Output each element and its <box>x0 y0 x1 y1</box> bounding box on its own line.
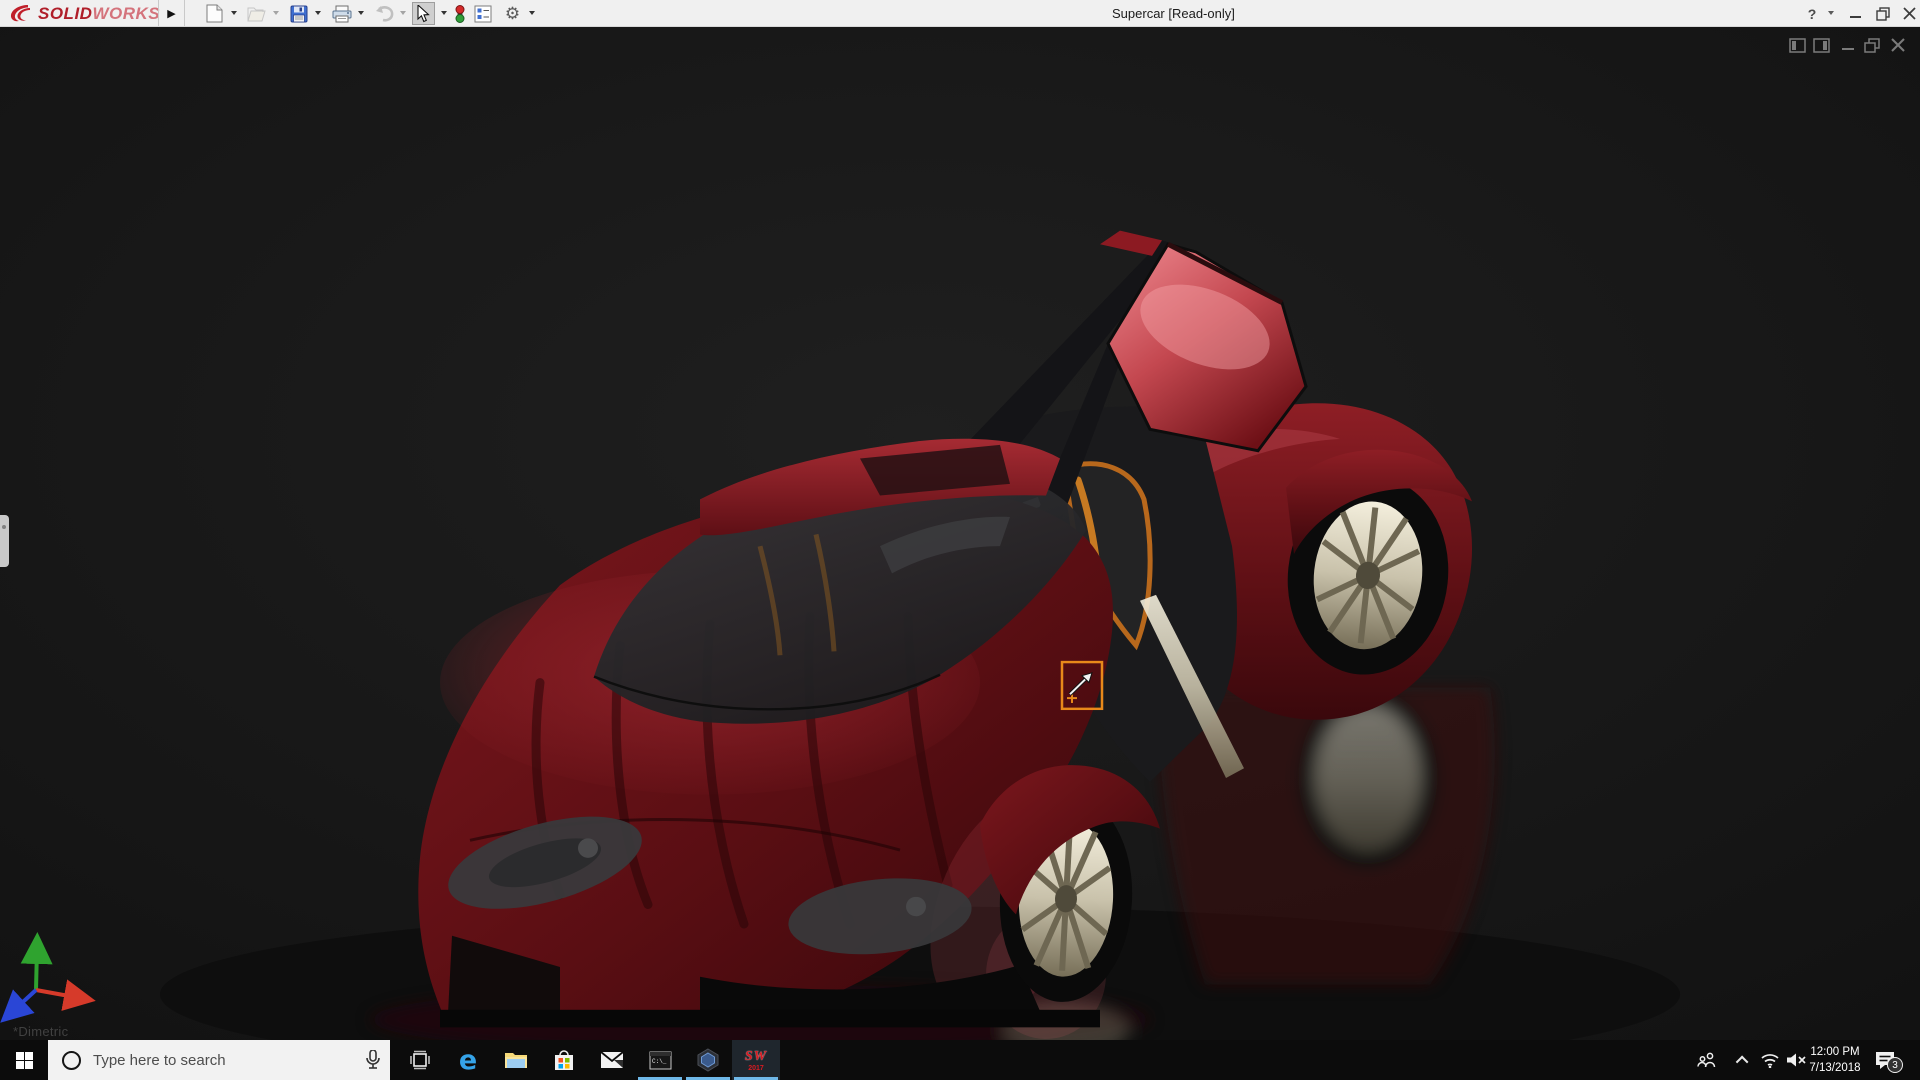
restore-button[interactable] <box>1870 0 1896 27</box>
doc-close-icon <box>1891 38 1905 52</box>
network-button[interactable] <box>1756 1040 1784 1080</box>
doc-minimize-button[interactable] <box>1837 35 1859 55</box>
brand-works: WORKS <box>92 4 160 24</box>
stoplight-icon <box>454 4 466 24</box>
help-icon: ? <box>1808 6 1817 22</box>
view-orientation-label: *Dimetric <box>13 1024 68 1039</box>
triad-y-axis <box>36 948 37 990</box>
open-dropdown-arrow[interactable] <box>273 11 279 15</box>
solidworks-app-icon: SW 2017 <box>745 1049 767 1072</box>
open-folder-icon <box>247 6 267 22</box>
doc-close-button[interactable] <box>1887 35 1909 55</box>
notification-count: 3 <box>1892 1060 1898 1071</box>
undo-icon <box>374 6 394 22</box>
save-dropdown-arrow[interactable] <box>315 11 321 15</box>
gear-icon: ⚙ <box>505 4 520 24</box>
mail-icon <box>600 1051 624 1069</box>
open-button[interactable] <box>245 2 268 25</box>
print-dropdown-arrow[interactable] <box>358 11 364 15</box>
minimize-button[interactable] <box>1842 0 1868 27</box>
feature-manager-collapsed-tab[interactable] <box>0 515 9 567</box>
save-floppy-icon <box>290 5 308 23</box>
edge-button[interactable]: e <box>444 1040 492 1080</box>
microsoft-store-button[interactable] <box>540 1040 588 1080</box>
titlebar: SOLIDWORKS ▶ <box>0 0 1920 27</box>
options-button[interactable]: ⚙ <box>501 2 524 25</box>
store-icon <box>553 1049 575 1071</box>
edge-icon: e <box>459 1045 477 1076</box>
cortana-icon <box>62 1051 81 1070</box>
undo-dropdown-arrow[interactable] <box>400 11 406 15</box>
clock-date: 7/13/2018 <box>1806 1060 1864 1076</box>
command-prompt-icon: C:\_ <box>649 1051 672 1070</box>
triad-x-axis <box>36 990 80 998</box>
task-view-button[interactable] <box>396 1040 444 1080</box>
pane-right-icon <box>1813 38 1830 53</box>
doc-minimize-icon <box>1841 38 1855 53</box>
notification-badge: 3 <box>1887 1057 1903 1073</box>
windows-taskbar: Type here to search e <box>0 1040 1920 1080</box>
save-button[interactable] <box>287 2 310 25</box>
toolbar-flyout-button[interactable]: ▶ <box>158 0 185 26</box>
print-icon <box>332 5 352 23</box>
display-stoplight-button[interactable] <box>448 2 471 25</box>
svg-text:C:\_: C:\_ <box>652 1058 667 1065</box>
doc-pane-left-button[interactable] <box>1786 35 1808 55</box>
command-prompt-button[interactable]: C:\_ <box>636 1040 684 1080</box>
car-3d-model[interactable] <box>0 27 1920 1040</box>
options-dropdown-arrow[interactable] <box>529 11 535 15</box>
people-button[interactable] <box>1692 1040 1722 1080</box>
wifi-icon <box>1760 1052 1780 1068</box>
new-document-icon <box>206 4 223 23</box>
mail-button[interactable] <box>588 1040 636 1080</box>
taskbar-search-input[interactable]: Type here to search <box>48 1040 390 1080</box>
doc-pane-right-button[interactable] <box>1810 35 1832 55</box>
taskbar-clock[interactable]: 12:00 PM 7/13/2018 <box>1806 1044 1864 1076</box>
close-button[interactable] <box>1896 0 1920 27</box>
edrawings-hexagon-button[interactable] <box>684 1040 732 1080</box>
tab-grip-dot <box>2 525 6 529</box>
undo-button[interactable] <box>372 2 395 25</box>
minimize-icon <box>1849 7 1862 20</box>
select-tool-button[interactable] <box>412 2 435 25</box>
restore-icon <box>1876 7 1890 21</box>
solidworks-sw-letters: SW <box>745 1049 767 1065</box>
doc-restore-icon <box>1864 38 1880 53</box>
solidworks-year: 2017 <box>745 1065 767 1072</box>
print-button[interactable] <box>330 2 353 25</box>
select-cursor-icon <box>417 5 431 23</box>
properties-list-icon <box>474 5 492 23</box>
close-icon <box>1903 7 1916 20</box>
chevron-up-icon <box>1735 1055 1748 1068</box>
flyout-arrow-icon: ▶ <box>167 7 175 20</box>
volume-muted-icon <box>1786 1052 1807 1068</box>
start-button[interactable] <box>0 1040 48 1080</box>
triad-z-axis <box>12 990 36 1012</box>
hidden-icons-button[interactable] <box>1730 1040 1756 1080</box>
pane-left-icon <box>1789 38 1806 53</box>
document-properties-button[interactable] <box>471 2 494 25</box>
microphone-icon[interactable] <box>366 1050 380 1070</box>
doc-restore-button[interactable] <box>1861 35 1883 55</box>
task-view-icon <box>409 1050 431 1070</box>
select-dropdown-arrow[interactable] <box>441 11 447 15</box>
file-explorer-icon <box>504 1050 528 1070</box>
help-button[interactable]: ? <box>1800 0 1824 27</box>
hexagon-app-icon <box>696 1048 720 1072</box>
solidworks-taskbar-button[interactable]: SW 2017 <box>732 1040 780 1080</box>
new-document-button[interactable] <box>203 2 226 25</box>
solidworks-logo: SOLIDWORKS <box>8 2 160 25</box>
help-dropdown-arrow[interactable] <box>1828 11 1834 15</box>
file-explorer-button[interactable] <box>492 1040 540 1080</box>
orientation-triad <box>0 932 110 1032</box>
brand-solid: SOLID <box>38 4 92 24</box>
clock-time: 12:00 PM <box>1806 1044 1864 1060</box>
ds-swoosh-icon <box>8 3 38 25</box>
windows-logo-icon <box>16 1052 33 1069</box>
people-icon <box>1697 1052 1717 1068</box>
graphics-viewport[interactable]: *Dimetric <box>0 27 1920 1040</box>
new-dropdown-arrow[interactable] <box>231 11 237 15</box>
search-placeholder: Type here to search <box>93 1052 226 1069</box>
document-title: Supercar [Read-only] <box>1112 6 1235 21</box>
